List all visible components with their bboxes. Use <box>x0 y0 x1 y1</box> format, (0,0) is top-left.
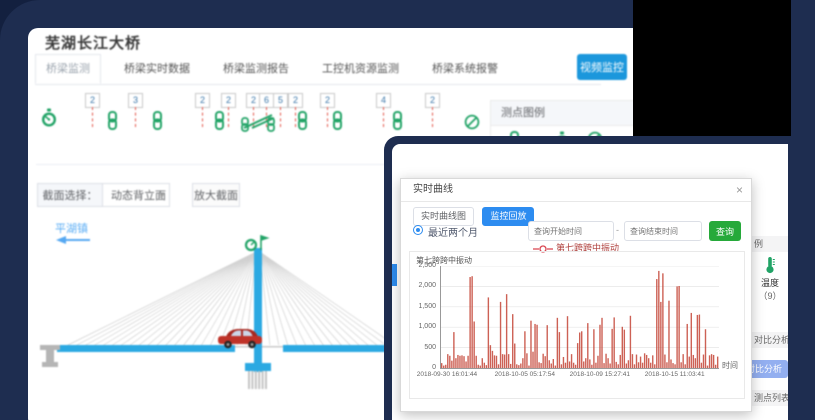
realtime-curve-dialog: 实时曲线 × 实时曲线图 监控回放 最近两个月 - 查询 <box>400 178 752 412</box>
temperature-label: 温度 <box>752 276 788 289</box>
point-list-header: 测点列表 <box>752 390 788 406</box>
dialog-header: 实时曲线 × <box>401 179 751 202</box>
temperature-sensor-block: 温度 （9） <box>752 256 788 302</box>
alarm-dash-line <box>280 107 281 127</box>
alarm-dash-line <box>295 107 296 127</box>
panel-header-fragment: 例 <box>752 236 788 252</box>
main-tab[interactable]: 桥梁监测报告 <box>213 55 299 84</box>
bridge-cables <box>66 252 392 346</box>
chain-sensor-icon[interactable] <box>152 111 163 135</box>
side-tab[interactable] <box>392 264 397 286</box>
truss-sensor-icon[interactable] <box>241 111 275 137</box>
query-end-time-input[interactable] <box>624 221 702 241</box>
alarm-dash-line <box>135 107 136 127</box>
chain-sensor-icon[interactable] <box>214 111 225 135</box>
chain-sensor-icon[interactable] <box>297 111 308 135</box>
x-tick-label: 2018-10-15 11:03:41 <box>645 371 701 378</box>
pier-piles <box>249 371 266 389</box>
compare-analysis-header: 对比分析 <box>752 332 788 348</box>
sensor-count-badge[interactable]: 2 <box>425 93 440 108</box>
background-page-strip: 例 温度 （9） 对比分析 对比分析 测点列表 <box>752 144 788 420</box>
main-tab-bar: 桥梁监测桥梁实时数据桥梁监测报告工控机资源监测桥梁系统报警 <box>35 54 601 85</box>
section-select-dropdown[interactable]: 动态背立面 ▾ <box>102 183 170 207</box>
sensor-count-badge[interactable]: 4 <box>376 93 391 108</box>
chain-sensor-icon[interactable] <box>392 111 403 135</box>
page-title: 芜湖长江大桥 <box>45 32 141 53</box>
main-tab[interactable]: 桥梁实时数据 <box>114 55 200 84</box>
x-tick-label: 2018-10-09 15:27:41 <box>570 371 626 378</box>
main-tab[interactable]: 桥梁系统报警 <box>422 55 508 84</box>
x-tick-label: 2018-09-30 16:01:44 <box>417 371 473 378</box>
video-monitor-button[interactable]: 视频监控 <box>577 54 627 80</box>
chain-sensor-icon[interactable] <box>332 111 343 135</box>
pylon-top-sensor-icons <box>246 236 267 250</box>
chevron-down-icon: ▾ <box>160 184 164 208</box>
sensor-count-badge[interactable]: 2 <box>320 93 335 108</box>
bridge-diagram <box>30 232 392 412</box>
thermometer-icon <box>764 266 776 276</box>
x-axis-tick-labels: 2018-09-30 16:01:442018-10-05 05:17:5420… <box>440 371 718 381</box>
bridge-abutment <box>40 345 60 367</box>
alarm-dash-line <box>327 107 328 127</box>
ban-sensor-icon[interactable] <box>464 114 480 135</box>
sensor-count-badge[interactable]: 5 <box>273 93 288 108</box>
last-two-months-label: 最近两个月 <box>428 224 478 239</box>
main-tab[interactable]: 桥梁监测 <box>35 54 101 84</box>
temperature-count: （9） <box>752 289 788 302</box>
chart-plot-area <box>440 266 719 369</box>
alarm-dash-line <box>92 107 93 127</box>
y-tick-label: 0 <box>410 364 436 371</box>
sensor-count-badge[interactable]: 2 <box>288 93 303 108</box>
chain-sensor-icon[interactable] <box>107 111 118 135</box>
close-icon[interactable]: × <box>736 179 743 201</box>
y-tick-label: 2,500 <box>410 262 436 269</box>
bridge-pylon <box>254 248 262 372</box>
alarm-dash-line <box>383 107 384 127</box>
alarm-dash-line <box>202 107 203 127</box>
x-tick-label: 2018-10-05 05:17:54 <box>495 371 551 378</box>
desktop: 芜湖长江大桥 桥梁监测桥梁实时数据桥梁监测报告工控机资源监测桥梁系统报警 视频监… <box>0 0 815 420</box>
section-select-value: 动态背立面 <box>111 190 166 202</box>
last-two-months-radio[interactable] <box>413 225 423 235</box>
sensor-count-badge[interactable]: 2 <box>195 93 210 108</box>
enlarge-section-button[interactable]: 放大截面 <box>192 183 240 207</box>
dialog-title: 实时曲线 <box>413 179 453 201</box>
range-separator: - <box>616 225 619 235</box>
main-tab[interactable]: 工控机资源监测 <box>312 55 409 84</box>
query-button[interactable]: 查询 <box>709 221 741 241</box>
gauge-sensor-icon[interactable] <box>40 108 58 133</box>
chart-container: 第七跨跨中振动 05001,0001,5002,0002,500 2018-09… <box>409 251 745 399</box>
popup-page: 例 温度 （9） 对比分析 对比分析 测点列表 实时曲线 × 实时曲线图 监控回… <box>392 144 788 420</box>
alarm-dash-line <box>228 107 229 127</box>
y-tick-label: 1,500 <box>410 303 436 310</box>
y-tick-label: 2,000 <box>410 282 436 289</box>
sensor-count-badge[interactable]: 2 <box>85 93 100 108</box>
sensor-count-badge[interactable]: 3 <box>128 93 143 108</box>
sensor-count-badge[interactable]: 6 <box>259 93 274 108</box>
popup-window-frame: 例 温度 （9） 对比分析 对比分析 测点列表 实时曲线 × 实时曲线图 监控回… <box>384 136 815 420</box>
pier-cap <box>245 363 271 371</box>
section-select-label: 截面选择： <box>37 183 103 207</box>
compare-analysis-button[interactable]: 对比分析 <box>752 360 788 378</box>
bridge-deck <box>57 345 392 352</box>
y-tick-label: 1,000 <box>410 323 436 330</box>
query-start-time-input[interactable] <box>528 221 614 241</box>
query-row: 最近两个月 - 查询 <box>401 221 751 241</box>
black-overlay <box>633 0 791 142</box>
sensor-count-badge[interactable]: 2 <box>221 93 236 108</box>
x-axis-title: 时间 <box>722 360 738 371</box>
alarm-dash-line <box>432 107 433 127</box>
y-tick-label: 500 <box>410 344 436 351</box>
